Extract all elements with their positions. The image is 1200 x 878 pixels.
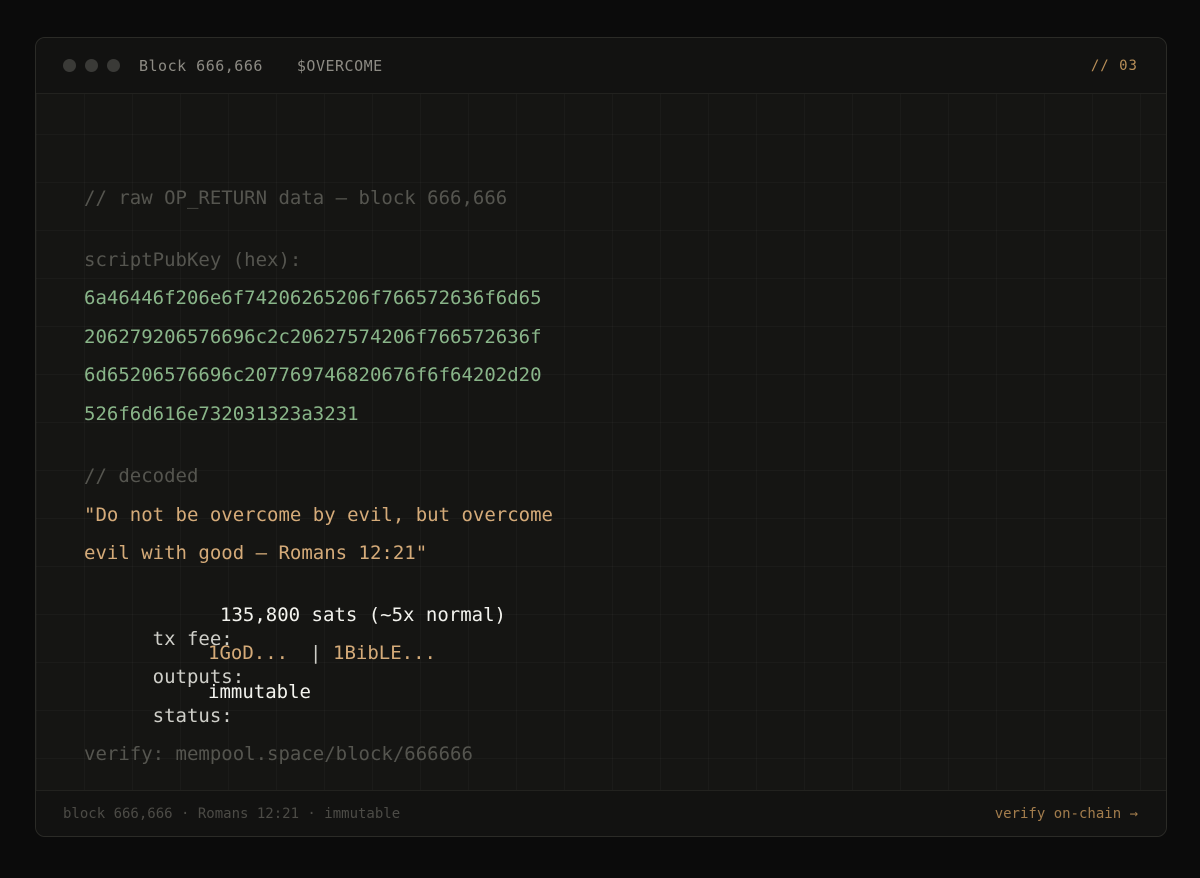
- decoded-comment: // decoded: [84, 465, 199, 487]
- status-label: status:: [152, 705, 233, 727]
- window-controls: [63, 59, 129, 72]
- hex-line: 6a46446f206e6f74206265206f766572636f6d65: [84, 287, 542, 309]
- title-bar: Block 666,666 $OVERCOME // 03: [36, 38, 1166, 94]
- status-value: immutable: [208, 681, 311, 703]
- minimize-dot-icon[interactable]: [85, 59, 98, 72]
- status-footer: block 666,666 · Romans 12:21 · immutable…: [36, 790, 1166, 836]
- header-comment: // raw OP_RETURN data — block 666,666: [84, 187, 508, 209]
- decoded-quote-line: "Do not be overcome by evil, but overcom…: [84, 504, 553, 526]
- code-content: // raw OP_RETURN data — block 666,666 sc…: [84, 94, 1126, 790]
- maximize-dot-icon[interactable]: [107, 59, 120, 72]
- output-address-1[interactable]: 1GoD...: [208, 641, 288, 665]
- terminal-window: Block 666,666 $OVERCOME // 03 // raw OP_…: [35, 37, 1167, 837]
- outputs-separator: |: [310, 642, 322, 664]
- page-number: // 03: [1090, 57, 1138, 74]
- close-dot-icon[interactable]: [63, 59, 76, 72]
- script-label: scriptPubKey (hex):: [84, 249, 302, 271]
- hex-line: 526f6d616e732031323a3231: [84, 403, 359, 425]
- hex-line: 6d65206576696c207769746820676f6f64202d20: [84, 364, 542, 386]
- output-address-2[interactable]: 1BibLE...: [333, 641, 436, 665]
- verify-onchain-link[interactable]: verify on-chain →: [995, 806, 1138, 822]
- hex-line: 206279206576696c2c20627574206f766572636f: [84, 326, 542, 348]
- decoded-quote-line: evil with good — Romans 12:21": [84, 542, 428, 564]
- tx-fee-value: 135,800 sats (~5x normal): [220, 604, 506, 626]
- footer-info: block 666,666 · Romans 12:21 · immutable: [63, 805, 401, 822]
- verify-link[interactable]: verify: mempool.space/block/666666: [84, 742, 473, 766]
- ticker-label: $OVERCOME: [296, 56, 383, 75]
- window-title: Block 666,666: [139, 56, 263, 75]
